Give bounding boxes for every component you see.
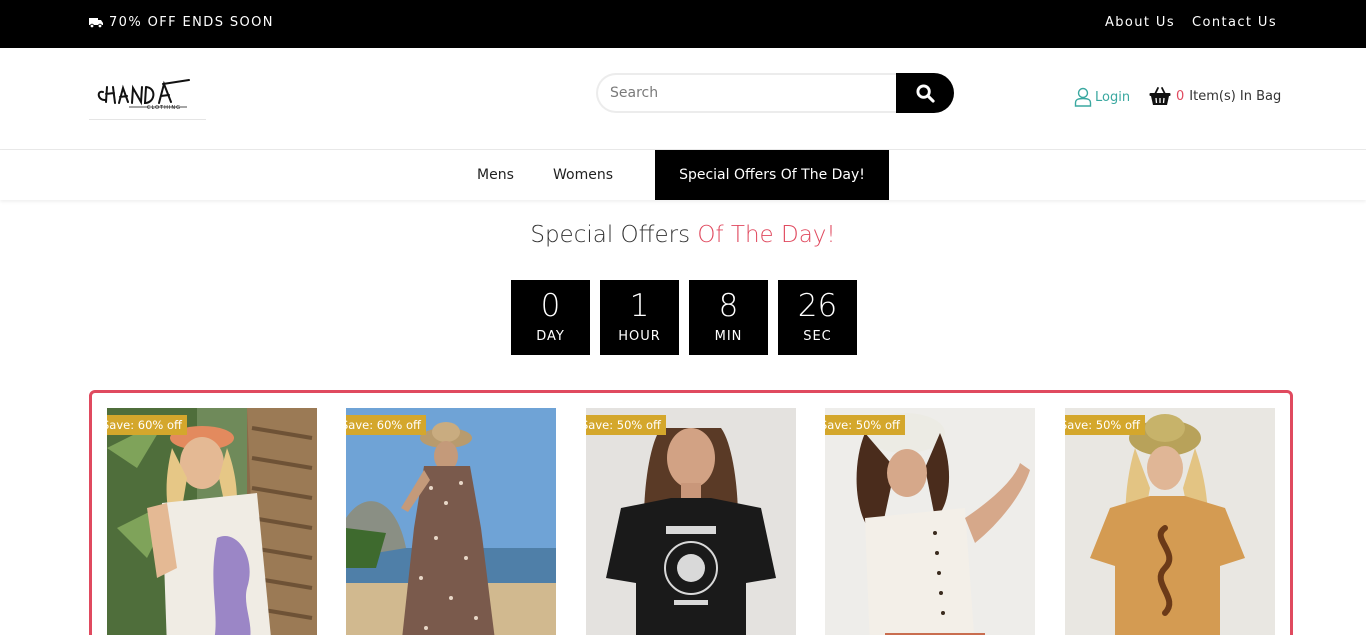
nav-item-womens[interactable]: Womens <box>553 150 613 200</box>
product-image[interactable] <box>586 408 796 635</box>
countdown-label: MIN <box>714 329 743 344</box>
promo-banner: 70% OFF ENDS SOON <box>89 15 274 30</box>
nav-item-special-offers[interactable]: Special Offers Of The Day! <box>655 150 889 200</box>
product-image[interactable] <box>1065 408 1275 635</box>
search-icon <box>915 83 935 103</box>
product-image[interactable] <box>346 408 556 635</box>
countdown-value: 1 <box>629 288 650 324</box>
contact-us-link[interactable]: Contact Us <box>1192 15 1277 30</box>
discount-badge: Save: 50% off <box>825 415 905 435</box>
brand-logo[interactable]: CLOTHING <box>89 70 206 120</box>
discount-badge: Save: 60% off <box>107 415 187 435</box>
login-link[interactable]: Login <box>1074 87 1130 107</box>
about-us-link[interactable]: About Us <box>1105 15 1175 30</box>
countdown-value: 0 <box>540 288 561 324</box>
product-card[interactable]: Save: 60% off <box>346 408 556 635</box>
product-image[interactable] <box>107 408 317 635</box>
top-announcement-bar: 70% OFF ENDS SOON About Us Contact Us <box>0 0 1366 48</box>
promo-text: 70% OFF ENDS SOON <box>109 15 274 30</box>
product-card[interactable]: Save: 50% off <box>586 408 796 635</box>
countdown-minutes: 8 MIN <box>689 280 768 355</box>
bag-count: 0 <box>1176 88 1185 104</box>
main-nav: Mens Womens Special Offers Of The Day! <box>0 150 1366 200</box>
page-title: Special Offers Of The Day! <box>0 222 1366 248</box>
title-main: Special Offers <box>530 222 691 248</box>
user-icon <box>1074 87 1092 107</box>
product-card[interactable]: Save: 60% off <box>107 408 317 635</box>
product-card[interactable]: Save: 50% off <box>825 408 1035 635</box>
brand-logo-mark: CLOTHING <box>97 79 190 111</box>
countdown-hours: 1 HOUR <box>600 280 679 355</box>
countdown-seconds: 26 SEC <box>778 280 857 355</box>
shopping-bag-link[interactable]: 0 Item(s) In Bag <box>1149 86 1281 106</box>
discount-badge: Save: 60% off <box>346 415 426 435</box>
countdown-label: HOUR <box>618 329 661 344</box>
search-bar <box>596 73 954 113</box>
svg-text:CLOTHING: CLOTHING <box>147 105 181 111</box>
countdown-value: 8 <box>718 288 739 324</box>
title-accent: Of The Day! <box>697 222 836 248</box>
product-card[interactable]: Save: 50% off <box>1065 408 1275 635</box>
nav-item-mens[interactable]: Mens <box>477 150 514 200</box>
login-label: Login <box>1095 89 1131 105</box>
countdown-label: DAY <box>536 329 565 344</box>
discount-badge: Save: 50% off <box>1065 415 1145 435</box>
special-offer-products: Save: 60% off Save: 60% off Save: 50% of… <box>89 390 1293 635</box>
search-input[interactable] <box>596 73 906 113</box>
truck-icon <box>89 18 103 28</box>
countdown-timer: 0 DAY 1 HOUR 8 MIN 26 SEC <box>511 280 857 355</box>
search-button[interactable] <box>896 73 954 113</box>
countdown-label: SEC <box>803 329 832 344</box>
countdown-value: 26 <box>797 288 838 324</box>
discount-badge: Save: 50% off <box>586 415 666 435</box>
countdown-days: 0 DAY <box>511 280 590 355</box>
top-links: About Us Contact Us <box>1105 15 1277 30</box>
site-header: CLOTHING Login 0 Item(s) In Bag <box>0 48 1366 150</box>
bag-label: Item(s) In Bag <box>1189 88 1282 104</box>
product-image[interactable] <box>825 408 1035 635</box>
basket-icon <box>1149 87 1171 105</box>
